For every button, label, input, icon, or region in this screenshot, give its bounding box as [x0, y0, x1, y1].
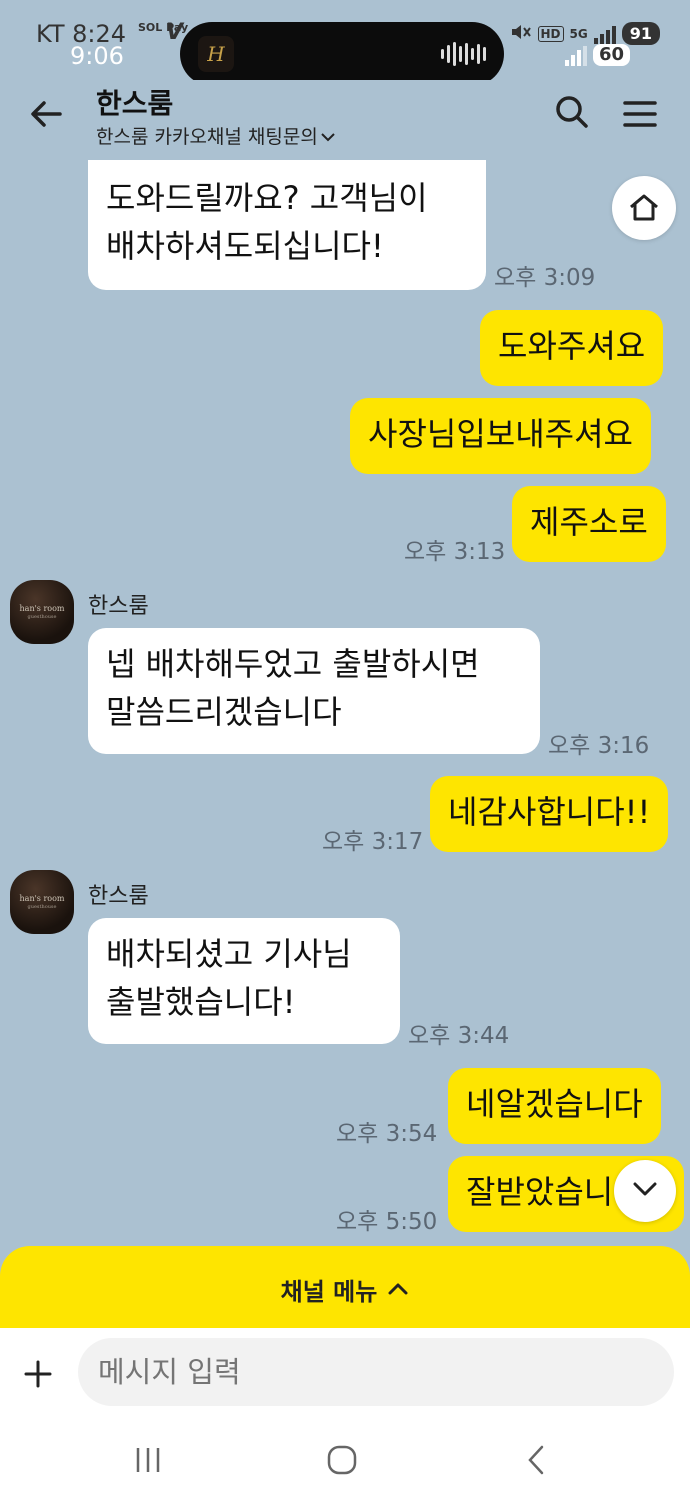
- back-nav-icon[interactable]: [516, 1442, 556, 1478]
- sender-name: 한스룸: [88, 884, 149, 909]
- message-bubble-received[interactable]: 배차되셨고 기사님 출발했습니다!: [88, 918, 400, 1044]
- message-line: 넵 배차해두었고 출발하시면: [106, 645, 480, 683]
- chevron-down-icon: [632, 1181, 658, 1201]
- channel-menu-label: 채널 메뉴: [280, 1277, 378, 1306]
- status-icons: HD 5G 91: [510, 22, 660, 45]
- message-input[interactable]: [78, 1338, 674, 1406]
- signal-icon: [593, 24, 616, 44]
- chat-subtitle[interactable]: 한스룸 카카오채널 채팅문의: [96, 122, 336, 149]
- message-line: 도와드릴까요? 고객님이: [106, 179, 428, 217]
- avatar-name: han's room: [19, 894, 65, 903]
- dynamic-island: H: [180, 22, 504, 86]
- avatar[interactable]: han's room guesthouse: [10, 580, 74, 644]
- avatar-sub: guesthouse: [27, 614, 57, 620]
- plus-icon[interactable]: [22, 1358, 54, 1390]
- message-line: 배차되셨고 기사님: [106, 935, 352, 973]
- message-time: 오후 3:17: [322, 829, 424, 855]
- avatar-sub: guesthouse: [27, 904, 57, 910]
- message-bubble-sent[interactable]: 네알겠습니다: [448, 1068, 661, 1144]
- message-line: 말씀드리겠습니다: [106, 693, 342, 731]
- battery-level: 60: [592, 44, 630, 66]
- chat-subtitle-text: 한스룸 카카오채널 채팅문의: [96, 126, 318, 148]
- home-circle-icon[interactable]: [322, 1442, 362, 1478]
- sender-name: 한스룸: [88, 594, 149, 619]
- overlay-time: 9:06: [70, 42, 124, 70]
- message-input-bar: [0, 1328, 690, 1420]
- app-status-icon: V: [166, 20, 184, 45]
- message-line: 출발했습니다!: [106, 983, 296, 1021]
- message-bubble-sent[interactable]: 사장님입보내주셔요: [350, 398, 651, 474]
- signal-bars-icon: [564, 46, 587, 66]
- chevron-up-icon: [387, 1275, 409, 1303]
- system-nav-bar: [0, 1420, 690, 1500]
- network-label: 5G: [569, 26, 588, 41]
- status-icons-overlay: 60: [564, 44, 630, 66]
- chat-title: 한스룸: [96, 87, 174, 120]
- app-logo-icon: H: [198, 36, 234, 72]
- status-bar: KT 8:24 SOL Pay V 9:06 H HD 5G 91 60: [0, 0, 690, 86]
- chevron-down-icon: [320, 129, 336, 147]
- scroll-down-button[interactable]: [614, 1160, 676, 1222]
- message-time: 오후 3:13: [404, 539, 506, 565]
- message-bubble-sent[interactable]: 도와주셔요: [480, 310, 664, 386]
- message-time: 오후 3:44: [408, 1023, 510, 1049]
- avatar[interactable]: han's room guesthouse: [10, 870, 74, 934]
- avatar-name: han's room: [19, 604, 65, 613]
- menu-icon[interactable]: [620, 94, 660, 134]
- mute-icon: [510, 22, 532, 45]
- back-arrow-icon[interactable]: [26, 94, 66, 134]
- message-bubble-sent[interactable]: 제주소로: [512, 486, 666, 562]
- home-icon[interactable]: [612, 176, 676, 240]
- message-line: 배차하셔도되십니다!: [106, 227, 384, 265]
- message-time: 오후 3:16: [548, 733, 650, 759]
- message-time: 오후 3:54: [336, 1121, 438, 1147]
- message-time: 오후 5:50: [336, 1209, 438, 1235]
- recent-apps-icon[interactable]: [128, 1442, 168, 1478]
- audio-wave-icon: [441, 42, 486, 66]
- channel-menu-button[interactable]: 채널 메뉴: [0, 1246, 690, 1332]
- message-time: 오후 3:09: [494, 265, 596, 291]
- battery-badge: 91: [621, 22, 660, 45]
- hd-icon: HD: [537, 25, 564, 42]
- search-icon[interactable]: [552, 92, 592, 132]
- message-bubble-sent[interactable]: 네감사합니다!!: [430, 776, 669, 852]
- message-bubble-received[interactable]: 넵 배차해두었고 출발하시면 말씀드리겠습니다: [88, 628, 540, 754]
